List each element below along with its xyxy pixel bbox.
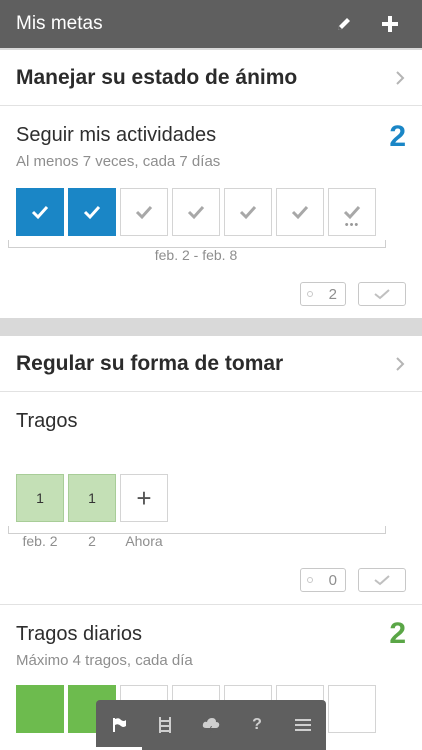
day-cell[interactable] bbox=[172, 188, 220, 236]
goal-count: 2 bbox=[389, 120, 406, 153]
tag-button[interactable]: 0 bbox=[300, 568, 346, 592]
check-icon bbox=[83, 205, 101, 220]
tag-count: 0 bbox=[328, 571, 337, 589]
goal-actions: 2 bbox=[300, 282, 406, 306]
plus-icon bbox=[382, 16, 398, 32]
flag-icon bbox=[113, 718, 126, 732]
tag-count: 2 bbox=[328, 285, 337, 303]
edit-button[interactable] bbox=[328, 8, 360, 40]
category-card-mood: Manejar su estado de ánimo Seguir mis ac… bbox=[0, 50, 422, 318]
goal-count: 2 bbox=[389, 617, 406, 650]
week-range: feb. 2 - feb. 8 bbox=[154, 247, 238, 263]
more-dots-icon: ••• bbox=[344, 219, 360, 231]
drink-entry[interactable]: 1 bbox=[68, 474, 116, 522]
tab-help[interactable]: ? bbox=[234, 700, 280, 750]
entry-label: feb. 2 bbox=[22, 533, 58, 549]
app-header: Mis metas bbox=[0, 0, 422, 48]
check-icon bbox=[374, 289, 390, 300]
check-button[interactable] bbox=[358, 282, 406, 306]
category-title: Regular su forma de tomar bbox=[16, 351, 284, 375]
tag-button[interactable]: 2 bbox=[300, 282, 346, 306]
tab-weather[interactable] bbox=[188, 700, 234, 750]
goal-title: Tragos diarios bbox=[16, 623, 142, 645]
day-tracker: ••• bbox=[16, 188, 380, 236]
tab-bar: ? bbox=[96, 700, 326, 750]
add-drink-symbol: + bbox=[136, 482, 152, 513]
day-cell[interactable] bbox=[16, 685, 64, 733]
tab-steps[interactable] bbox=[142, 700, 188, 750]
chevron-right-icon bbox=[396, 70, 405, 85]
check-icon bbox=[239, 205, 257, 220]
check-icon bbox=[291, 205, 309, 220]
tag-icon bbox=[307, 577, 313, 583]
menu-icon bbox=[295, 719, 311, 731]
drink-tracker: 1 1 + bbox=[16, 474, 172, 522]
add-button[interactable] bbox=[374, 8, 406, 40]
day-cell[interactable] bbox=[120, 188, 168, 236]
day-cell[interactable] bbox=[16, 188, 64, 236]
check-icon bbox=[343, 205, 361, 220]
category-title: Manejar su estado de ánimo bbox=[16, 65, 298, 89]
goal-activities[interactable]: Seguir mis actividades Al menos 7 veces,… bbox=[0, 106, 422, 318]
category-row[interactable]: Regular su forma de tomar bbox=[0, 336, 422, 392]
ladder-icon bbox=[159, 717, 171, 733]
tab-goals[interactable] bbox=[96, 700, 142, 750]
goal-title: Tragos bbox=[16, 410, 78, 432]
goal-title: Seguir mis actividades bbox=[16, 124, 217, 146]
entries-bracket bbox=[8, 526, 386, 534]
add-drink-button[interactable]: + bbox=[120, 474, 168, 522]
page-title: Mis metas bbox=[16, 13, 103, 34]
tab-menu[interactable] bbox=[280, 700, 326, 750]
chevron-right-icon bbox=[396, 356, 405, 371]
category-card-drinking: Regular su forma de tomar Tragos 1 1 + f… bbox=[0, 336, 422, 750]
cloud-icon bbox=[202, 718, 220, 733]
day-cell[interactable] bbox=[276, 188, 324, 236]
check-icon bbox=[187, 205, 205, 220]
goal-subtitle: Al menos 7 veces, cada 7 días bbox=[16, 153, 221, 170]
goal-actions: 0 bbox=[300, 568, 406, 592]
day-cell[interactable]: ••• bbox=[328, 188, 376, 236]
category-row[interactable]: Manejar su estado de ánimo bbox=[0, 50, 422, 106]
pencil-icon bbox=[338, 18, 350, 30]
goal-drinks[interactable]: Tragos 1 1 + feb. 2 2 Ahora 0 bbox=[0, 392, 422, 604]
check-icon bbox=[374, 575, 390, 586]
tag-icon bbox=[307, 291, 313, 297]
check-icon bbox=[31, 205, 49, 220]
goal-subtitle: Máximo 4 tragos, cada día bbox=[16, 652, 193, 669]
day-cell[interactable] bbox=[68, 188, 116, 236]
day-cell[interactable] bbox=[224, 188, 272, 236]
now-label: Ahora bbox=[125, 533, 163, 549]
drink-entry[interactable]: 1 bbox=[16, 474, 64, 522]
day-cell[interactable] bbox=[328, 685, 376, 733]
question-icon: ? bbox=[252, 716, 262, 733]
check-button[interactable] bbox=[358, 568, 406, 592]
entry-label: 2 bbox=[88, 533, 96, 549]
check-icon bbox=[135, 205, 153, 220]
